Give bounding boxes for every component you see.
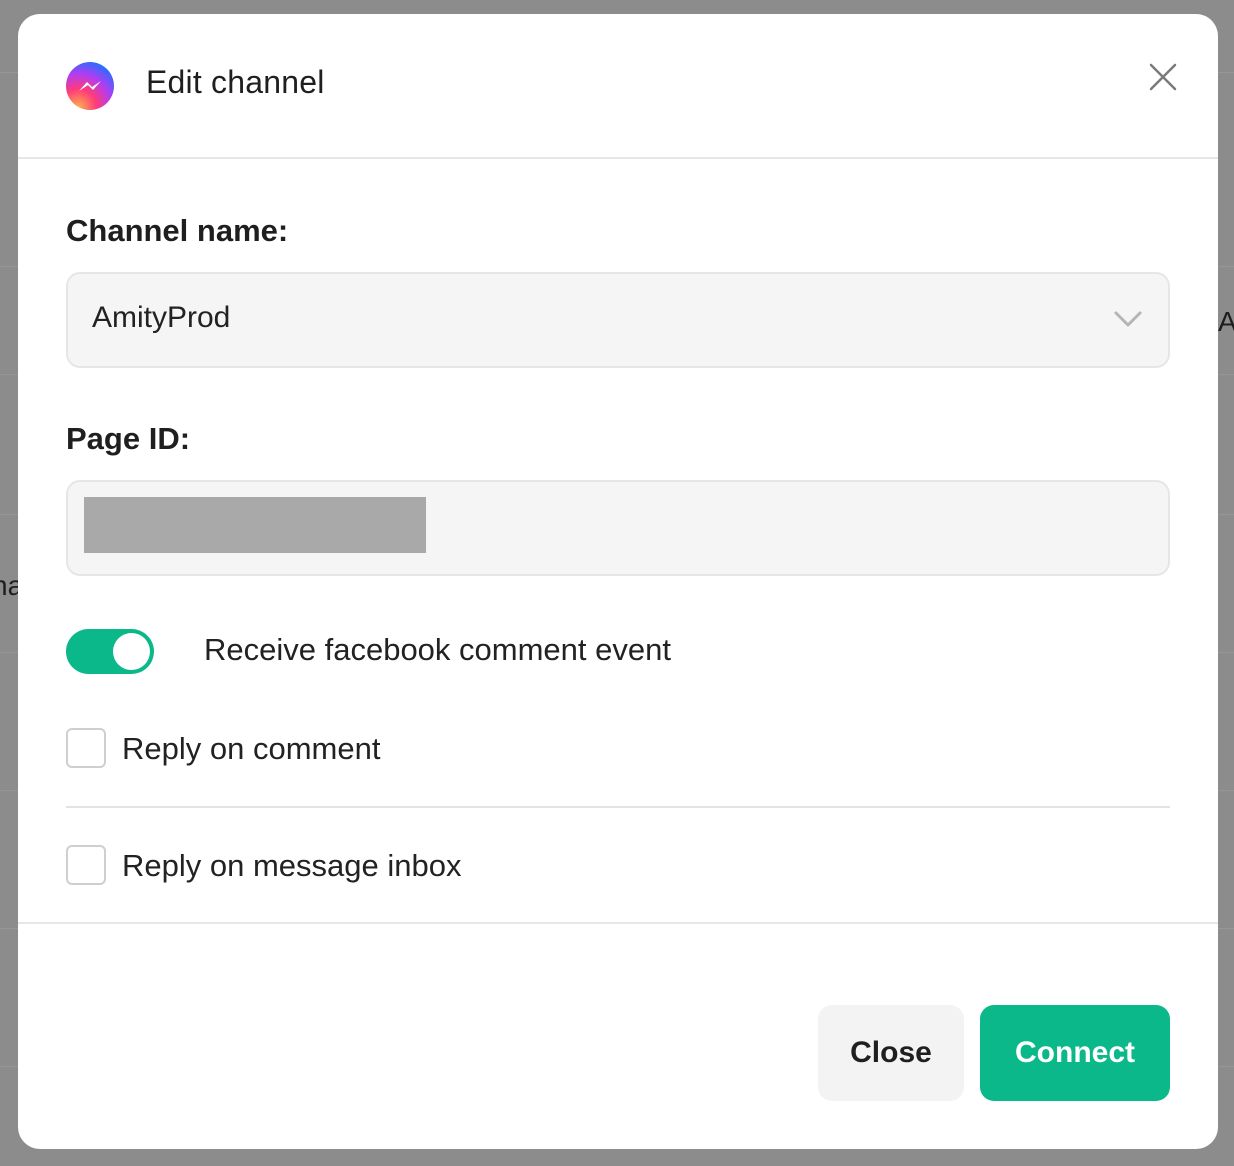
page-id-label: Page ID:: [66, 421, 191, 456]
page-id-field[interactable]: [66, 480, 1170, 576]
redacted-value: [84, 497, 426, 553]
close-icon[interactable]: [1146, 60, 1180, 94]
divider: [66, 806, 1170, 808]
toggle-knob: [113, 633, 150, 670]
channel-name-label: Channel name:: [66, 213, 289, 248]
reply-on-comment-checkbox[interactable]: [66, 728, 106, 768]
reply-on-inbox-checkbox[interactable]: [66, 845, 106, 885]
footer-divider: [18, 922, 1218, 924]
comment-event-toggle[interactable]: [66, 629, 154, 674]
reply-on-comment-label: Reply on comment: [122, 731, 381, 766]
chevron-down-icon: [1112, 308, 1144, 330]
edit-channel-dialog: Edit channel Channel name: AmityProd Pag…: [18, 14, 1218, 1149]
messenger-icon: [66, 62, 114, 110]
comment-event-label: Receive facebook comment event: [204, 632, 671, 667]
connect-button[interactable]: Connect: [980, 1005, 1170, 1101]
dialog-title: Edit channel: [146, 64, 325, 100]
channel-name-select[interactable]: AmityProd: [66, 272, 1170, 368]
reply-on-inbox-label: Reply on message inbox: [122, 848, 462, 883]
dialog-header: Edit channel: [18, 14, 1218, 159]
channel-name-value: AmityProd: [92, 301, 231, 334]
close-button[interactable]: Close: [818, 1005, 964, 1101]
bg-text-fragment: A: [1218, 306, 1234, 337]
